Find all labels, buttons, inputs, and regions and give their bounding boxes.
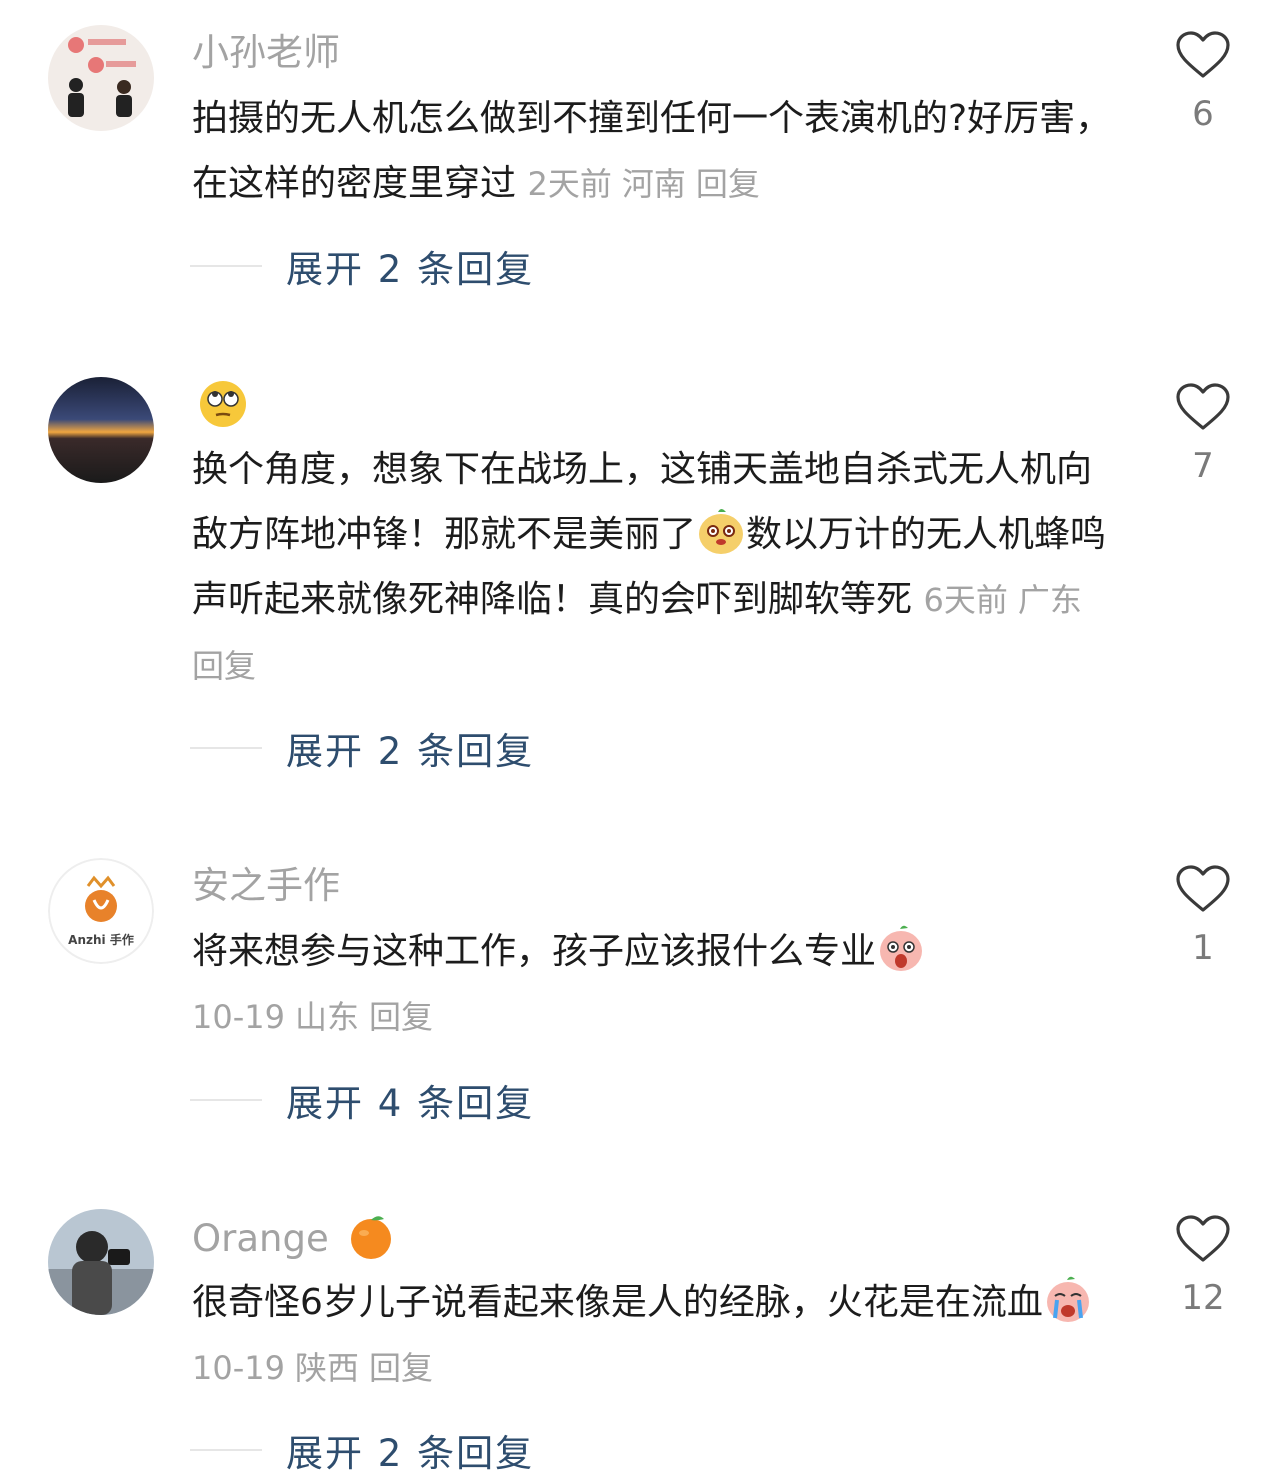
orange-emoji-icon [346,1211,396,1261]
expand-replies-label: 展开 2 条回复 [286,1432,535,1475]
username[interactable]: Orange [192,1211,396,1265]
expand-replies-button[interactable]: 展开 2 条回复 [190,1425,534,1475]
reply-button[interactable]: 回复 [369,1349,433,1387]
username-text: Orange [192,1217,329,1260]
avatar[interactable] [48,1209,154,1315]
like-count: 12 [1181,1278,1225,1318]
comment-content: 很奇怪6岁儿子说看起来像是人的经脉，火花是在流血 [192,1282,1043,1323]
like-button[interactable]: 12 [1172,1214,1234,1318]
comment-time: 10-19 [192,1349,285,1387]
comment-text: 很奇怪6岁儿子说看起来像是人的经脉，火花是在流血 10-19 陕西 回复 [192,1270,1112,1401]
comment-meta: 10-19 陕西 回复 [192,1349,443,1387]
crying-peach-emoji-icon [1043,1274,1093,1324]
comment-item: Orange 很奇怪6岁儿子说看起来像是人的经脉，火花是在流血 10-19 陕西回… [0,0,1280,1475]
comment-location: 陕西 [294,1349,359,1387]
heart-icon [1176,1215,1230,1262]
divider [190,1449,262,1451]
